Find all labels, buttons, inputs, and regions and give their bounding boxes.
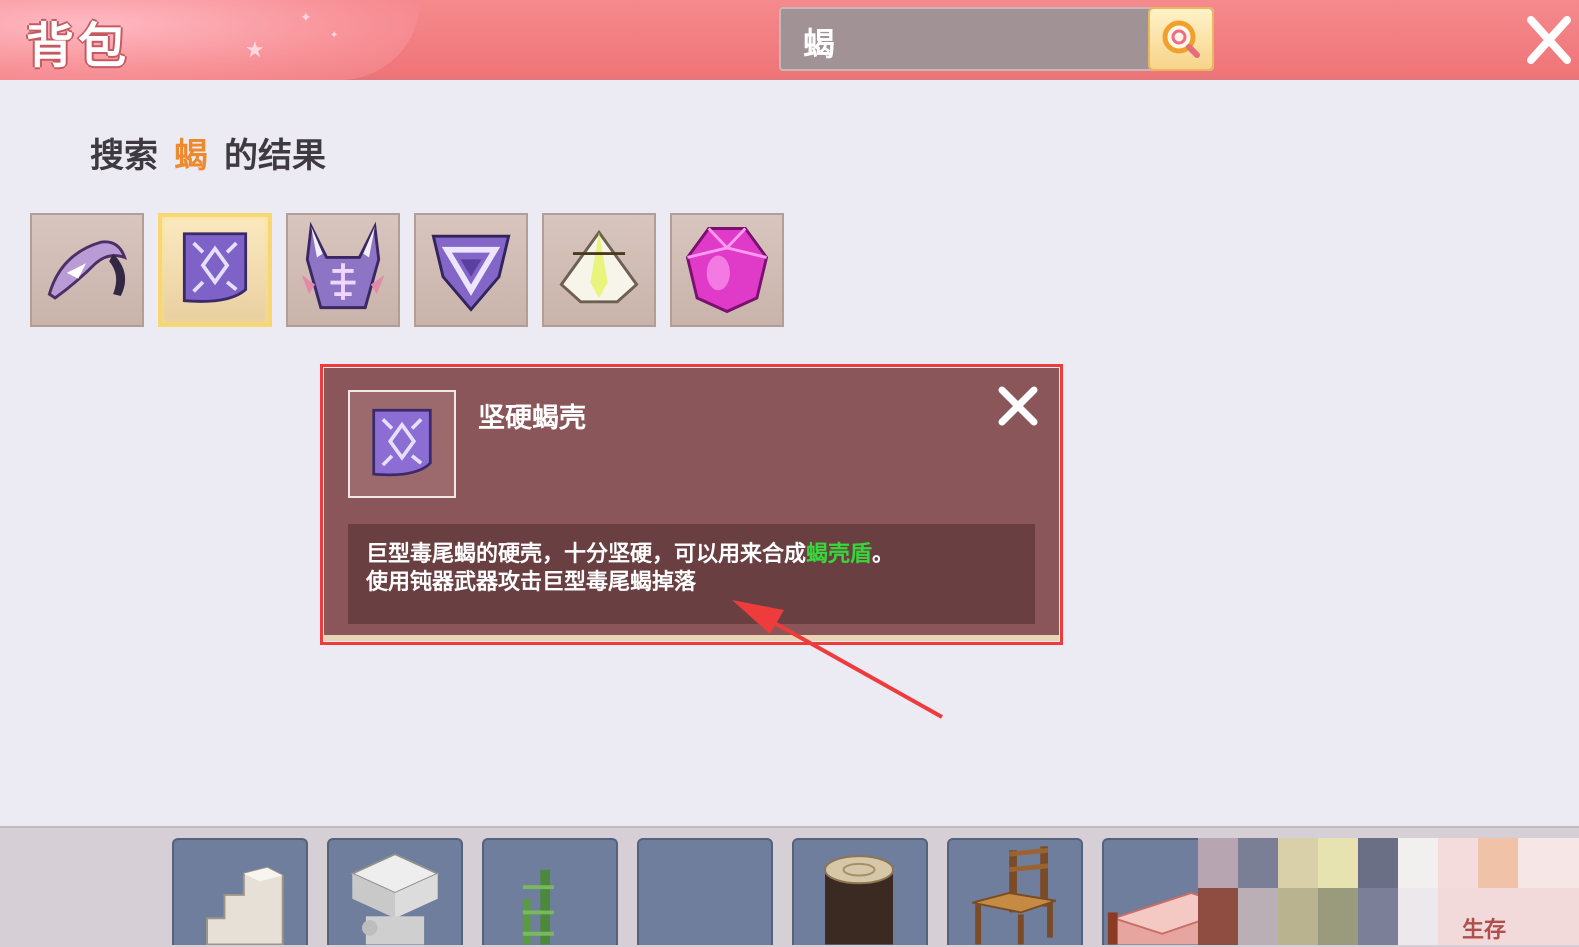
hotbar-slot-6[interactable]	[947, 838, 1083, 945]
scorpion-shell-icon	[182, 232, 248, 303]
hotbar-slot-3[interactable]	[482, 838, 618, 945]
survival-mode-button[interactable]: 生存	[1462, 912, 1506, 944]
close-button[interactable]	[1525, 12, 1575, 68]
result-prefix: 搜索	[90, 136, 158, 176]
page-title: 背包	[26, 18, 131, 74]
close-icon	[1527, 16, 1571, 64]
title-tab: 背包 ★ ✦ ✦	[0, 0, 420, 80]
result-keyword: 蝎	[174, 136, 208, 176]
white-crystal-icon	[559, 229, 639, 304]
result-slot-5[interactable]	[542, 213, 656, 327]
top-bar: 背包 ★ ✦ ✦ 蝎	[0, 0, 1579, 80]
result-suffix: 的结果	[224, 136, 326, 176]
result-slot-6[interactable]	[670, 213, 784, 327]
result-slot-4[interactable]	[414, 213, 528, 327]
scorpion-helmet-icon	[47, 240, 127, 300]
scorpion-shield-icon	[431, 234, 511, 312]
search-button[interactable]	[1148, 7, 1214, 71]
hotbar-slot-2[interactable]	[327, 838, 463, 945]
sparkle-decoration-icon: ✦	[300, 10, 312, 26]
pixelated-overlay	[1198, 838, 1579, 945]
result-slot-2[interactable]	[158, 213, 272, 327]
search-result-heading: 搜索蝎的结果	[90, 128, 326, 177]
hotbar-slot-5[interactable]	[792, 838, 928, 945]
magnifier-icon	[1162, 20, 1200, 58]
hotbar-slot-1[interactable]	[172, 838, 308, 945]
hotbar-slot-4-empty[interactable]	[637, 838, 773, 945]
result-slot-1[interactable]	[30, 213, 144, 327]
stone-pillar-icon	[349, 853, 441, 945]
stairs-icon	[206, 866, 284, 945]
star-decoration-icon: ★	[245, 38, 265, 63]
annotation-highlight-box	[320, 364, 1063, 645]
pink-gem-icon	[685, 227, 769, 314]
sparkle-decoration-icon: ✦	[330, 30, 339, 41]
scorpion-armor-icon	[301, 221, 385, 310]
search-input-value: 蝎	[803, 25, 836, 63]
log-icon	[824, 855, 894, 945]
result-slot-3[interactable]	[286, 213, 400, 327]
chair-icon	[972, 846, 1057, 945]
bamboo-icon	[522, 869, 554, 945]
